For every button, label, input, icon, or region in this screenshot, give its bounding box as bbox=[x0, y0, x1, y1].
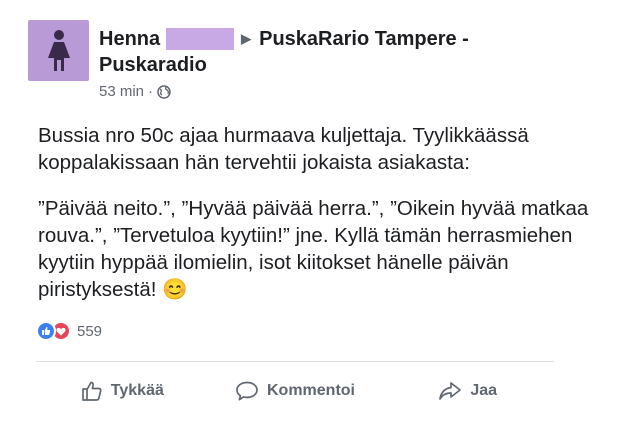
reaction-count[interactable]: 559 bbox=[77, 323, 102, 340]
share-label: Jaa bbox=[470, 382, 498, 399]
post-header-line: Henna ▶ PuskaRario Tampere - bbox=[99, 26, 569, 52]
reaction-summary[interactable]: 559 bbox=[36, 321, 102, 341]
like-button[interactable]: Tykkää bbox=[36, 372, 209, 410]
thumbs-up-icon bbox=[81, 381, 102, 401]
redacted-surname bbox=[166, 28, 235, 50]
comment-bubble-icon bbox=[236, 381, 258, 401]
post-paragraph-2: ”Päivää neito.”, ”Hyvää päivää herra.”, … bbox=[38, 195, 598, 303]
post-header: Henna ▶ PuskaRario Tampere - Puskaradio … bbox=[99, 26, 569, 100]
post-body: Bussia nro 50c ajaa hurmaava kuljettaja.… bbox=[38, 122, 598, 322]
author-name[interactable]: Henna bbox=[99, 26, 160, 52]
like-icon bbox=[36, 321, 56, 341]
meta-separator: · bbox=[148, 83, 154, 100]
share-arrow-icon bbox=[439, 382, 462, 400]
avatar[interactable] bbox=[28, 20, 89, 81]
facebook-post: Henna ▶ PuskaRario Tampere - Puskaradio … bbox=[0, 0, 632, 425]
actions-divider bbox=[36, 361, 554, 362]
triangle-right-icon: ▶ bbox=[241, 31, 252, 46]
group-name-continued[interactable]: Puskaradio bbox=[99, 52, 207, 78]
smiley-emoji: 😊 bbox=[162, 278, 188, 301]
woman-figure-icon bbox=[47, 29, 70, 71]
post-paragraph-1: Bussia nro 50c ajaa hurmaava kuljettaja.… bbox=[38, 124, 529, 174]
comment-button[interactable]: Kommentoi bbox=[209, 372, 382, 410]
post-actions: Tykkää Kommentoi Jaa bbox=[36, 372, 554, 410]
comment-label: Kommentoi bbox=[267, 382, 355, 399]
group-name-line2: Puskaradio bbox=[99, 52, 569, 78]
post-paragraph-2-text: ”Päivää neito.”, ”Hyvää päivää herra.”, … bbox=[38, 197, 589, 301]
share-button[interactable]: Jaa bbox=[381, 372, 554, 410]
globe-icon bbox=[157, 84, 171, 99]
like-label: Tykkää bbox=[110, 382, 164, 399]
group-name[interactable]: PuskaRario Tampere - bbox=[259, 26, 469, 52]
post-timestamp[interactable]: 53 min bbox=[99, 83, 144, 100]
post-meta: 53 min · bbox=[99, 83, 569, 100]
